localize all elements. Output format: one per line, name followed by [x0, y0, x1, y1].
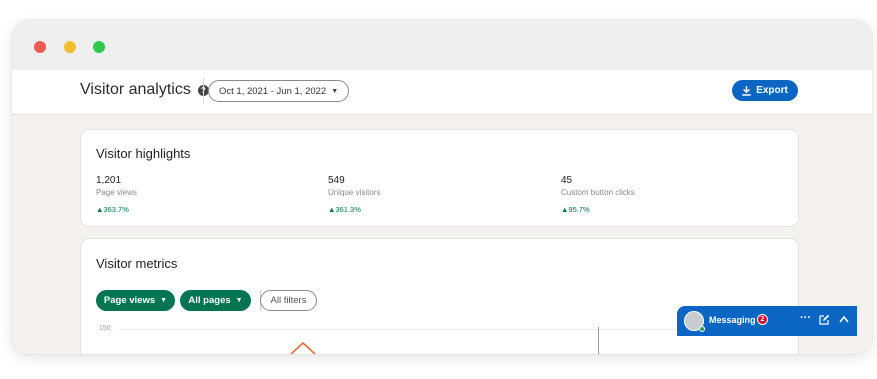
- compose-icon[interactable]: [819, 314, 830, 325]
- close-window-button[interactable]: [34, 41, 46, 53]
- minimize-window-button[interactable]: [64, 41, 76, 53]
- notification-badge: 2: [757, 314, 768, 325]
- online-status-indicator: [699, 326, 705, 332]
- maximize-window-button[interactable]: [93, 41, 105, 53]
- header-divider: [203, 78, 204, 104]
- page-title: Visitor analytics ?: [80, 81, 209, 99]
- stat-label: Page views: [96, 188, 137, 197]
- stat-change: ▲95.7%: [561, 205, 590, 214]
- stat-value: 549: [328, 175, 345, 186]
- export-label: Export: [756, 85, 788, 96]
- visitor-metrics-title: Visitor metrics: [96, 256, 178, 271]
- messaging-label: Messaging: [709, 315, 756, 325]
- download-icon: [742, 85, 752, 96]
- stat-page-views: 1,201 Page views ▲363.7%: [96, 175, 137, 214]
- page-title-text: Visitor analytics: [80, 81, 191, 98]
- messaging-bar[interactable]: Messaging 2 ···: [677, 306, 857, 336]
- stat-value: 1,201: [96, 175, 122, 186]
- metric-filter-dropdown[interactable]: Page views ▼: [96, 290, 175, 311]
- page-header: Visitor analytics ? Oct 1, 2021 - Jun 1,…: [12, 70, 872, 115]
- caret-down-icon: ▼: [160, 297, 168, 304]
- stat-value: 45: [561, 175, 573, 186]
- stat-label: Custom button clicks: [561, 188, 635, 197]
- chart-line-peak: [290, 341, 316, 354]
- all-filters-label: All filters: [270, 295, 307, 306]
- stat-change: ▲363.7%: [96, 205, 129, 214]
- metric-filter-label: Page views: [103, 295, 156, 306]
- export-button[interactable]: Export: [732, 80, 798, 101]
- all-filters-button[interactable]: All filters: [260, 290, 317, 311]
- stat-label: Unique visitors: [328, 188, 381, 197]
- stat-unique-visitors: 549 Unique visitors ▲361.3%: [328, 175, 380, 214]
- caret-down-icon: ▼: [331, 87, 339, 95]
- y-axis-tick: 150: [99, 325, 111, 332]
- pages-filter-dropdown[interactable]: All pages ▼: [180, 290, 251, 311]
- stat-change: ▲361.3%: [328, 205, 361, 214]
- browser-window: Visitor analytics ? Oct 1, 2021 - Jun 1,…: [12, 20, 872, 354]
- visitor-highlights-title: Visitor highlights: [96, 146, 191, 161]
- pages-filter-label: All pages: [188, 295, 231, 306]
- stat-custom-button-clicks: 45 Custom button clicks ▲95.7%: [561, 175, 635, 214]
- more-options-icon[interactable]: ···: [800, 312, 811, 324]
- caret-down-icon: ▼: [235, 297, 243, 304]
- visitor-highlights-card: Visitor highlights 1,201 Page views ▲363…: [81, 130, 798, 226]
- window-titlebar: [12, 20, 872, 70]
- date-range-dropdown[interactable]: Oct 1, 2021 - Jun 1, 2022 ▼: [208, 80, 350, 102]
- chevron-up-icon[interactable]: [839, 315, 849, 323]
- date-range-label: Oct 1, 2021 - Jun 1, 2022: [219, 85, 327, 97]
- visitor-metrics-card: Visitor metrics Page views ▼ All pages ▼…: [81, 239, 798, 354]
- chart-hover-line: [598, 327, 599, 354]
